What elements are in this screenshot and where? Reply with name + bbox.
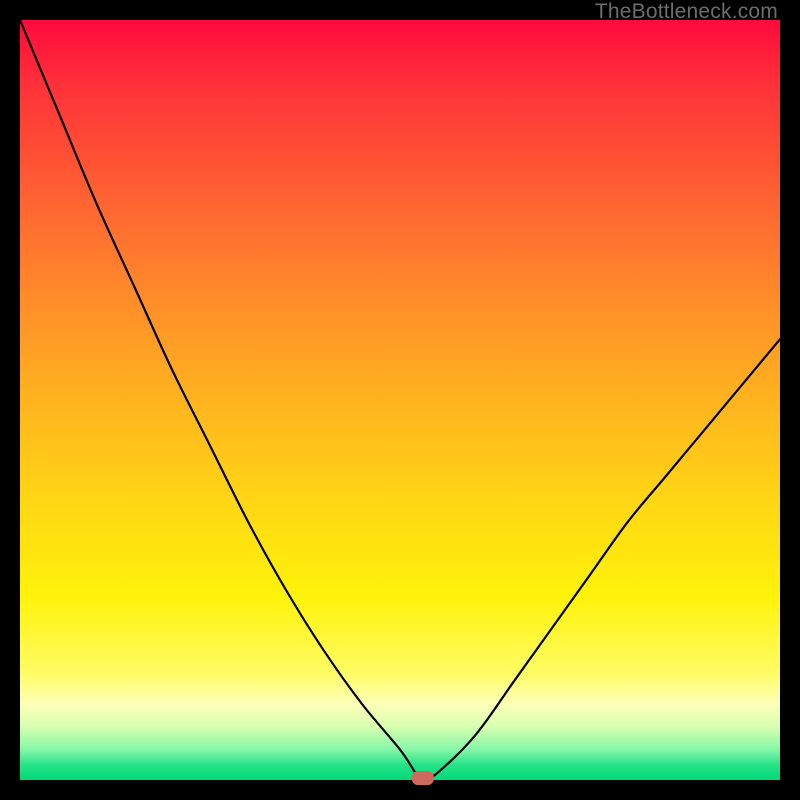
- plot-area: [20, 20, 780, 780]
- optimal-marker: [412, 771, 434, 785]
- chart-frame: TheBottleneck.com: [0, 0, 800, 800]
- watermark-text: TheBottleneck.com: [595, 0, 778, 24]
- bottleneck-curve: [20, 20, 780, 780]
- chart-svg: [20, 20, 780, 780]
